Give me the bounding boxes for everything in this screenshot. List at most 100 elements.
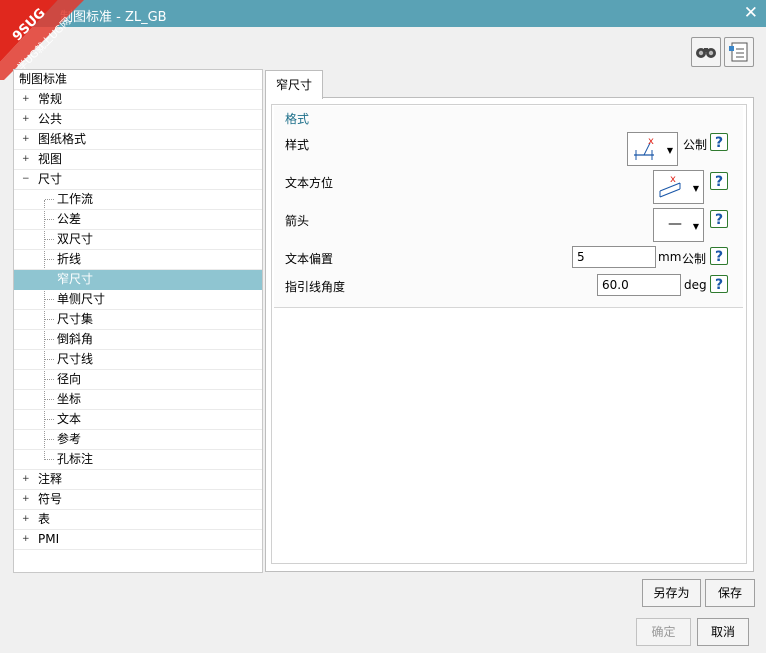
svg-text:x: x (670, 174, 676, 185)
list-settings-icon[interactable] (724, 37, 754, 67)
collapse-icon[interactable]: − (22, 175, 30, 184)
help-icon[interactable]: ? (710, 210, 728, 228)
expand-icon[interactable]: + (22, 95, 30, 104)
tree-item-label: 窄尺寸 (57, 272, 94, 286)
tree-item-annotation[interactable]: + 注释 (14, 470, 262, 490)
tree-item-label: 尺寸集 (57, 312, 94, 326)
arrow-dropdown[interactable]: — ▼ (653, 208, 704, 242)
tree-item-reference[interactable]: 参考 (14, 430, 262, 450)
save-as-button[interactable]: 另存为 (642, 579, 701, 607)
tree-item-ordinate[interactable]: 坐标 (14, 390, 262, 410)
expand-icon[interactable]: + (22, 115, 30, 124)
tree-item-view[interactable]: + 视图 (14, 150, 262, 170)
tree-item-label: 尺寸线 (57, 352, 94, 366)
tree-item-text[interactable]: 文本 (14, 410, 262, 430)
arrow-value: — (668, 216, 682, 232)
text-offset-unit: mm (658, 250, 682, 264)
style-label: 样式 (285, 138, 310, 152)
tree-connector (45, 359, 54, 360)
cancel-button[interactable]: 取消 (697, 618, 749, 646)
tree-item-single-sided[interactable]: 单侧尺寸 (14, 290, 262, 310)
tab-narrow[interactable]: 窄尺寸 (265, 70, 323, 99)
expand-icon[interactable]: + (22, 535, 30, 544)
tree-item-label: 双尺寸 (57, 232, 94, 246)
tree-connector (45, 399, 54, 400)
tree-item-pmi[interactable]: + PMI (14, 530, 262, 550)
tree-item-common[interactable]: + 公共 (14, 110, 262, 130)
tree-item-label: 折线 (57, 252, 82, 266)
tree-connector (45, 439, 54, 440)
tree-item-general[interactable]: + 常规 (14, 90, 262, 110)
tree-item-label: 孔标注 (57, 452, 94, 466)
tree-item-dimension-line[interactable]: 尺寸线 (14, 350, 262, 370)
tree-item-radial[interactable]: 径向 (14, 370, 262, 390)
style-dropdown[interactable]: x ▼ (627, 132, 678, 166)
tree-connector (45, 259, 54, 260)
tree-item-label: 参考 (57, 432, 82, 446)
tree-connector (45, 379, 54, 380)
tree-connector (45, 239, 54, 240)
expand-icon[interactable]: + (22, 495, 30, 504)
tree-item-label: 图纸格式 (38, 132, 87, 146)
tree-item-label: PMI (38, 532, 60, 546)
tree-item-hole-callout[interactable]: 孔标注 (14, 450, 262, 470)
help-icon[interactable]: ? (710, 247, 728, 265)
tree-item-tolerance[interactable]: 公差 (14, 210, 262, 230)
text-orientation-label: 文本方位 (285, 176, 334, 190)
find-binoculars-icon[interactable] (691, 37, 721, 67)
tree-item-label: 表 (38, 512, 51, 526)
tree-connector (45, 459, 54, 460)
chevron-down-icon: ▼ (666, 146, 673, 155)
tree-item-narrow[interactable]: 窄尺寸 (14, 270, 262, 290)
text-orientation-dropdown[interactable]: x ▼ (653, 170, 704, 204)
help-icon[interactable]: ? (710, 133, 728, 151)
svg-text:x: x (648, 136, 654, 147)
text-orientation-icon: x (659, 174, 681, 198)
tree-item-chamfer[interactable]: 倒斜角 (14, 330, 262, 350)
tree-item-symbol[interactable]: + 符号 (14, 490, 262, 510)
tree-connector (45, 339, 54, 340)
expand-icon[interactable]: + (22, 515, 30, 524)
tree-item-label: 工作流 (57, 192, 94, 206)
tree-item-dual-dimension[interactable]: 双尺寸 (14, 230, 262, 250)
tree-item-label: 公共 (38, 112, 63, 126)
text-offset-field[interactable]: 5 (572, 246, 656, 268)
leader-angle-field[interactable]: 60.0 (597, 274, 681, 296)
tree-item-label: 单侧尺寸 (57, 292, 106, 306)
help-icon[interactable]: ? (710, 172, 728, 190)
tree-root[interactable]: 制图标准 (14, 70, 262, 90)
tree-item-workflow[interactable]: 工作流 (14, 190, 262, 210)
text-offset-label: 文本偏置 (285, 252, 334, 266)
tree-item-label: 常规 (38, 92, 63, 106)
tree-root-label: 制图标准 (19, 72, 68, 86)
tree-connector (45, 419, 54, 420)
title-bar: 制图标准 - ZL_GB ✕ (0, 0, 766, 27)
ok-button[interactable]: 确定 (636, 618, 691, 646)
expand-icon[interactable]: + (22, 155, 30, 164)
chevron-down-icon: ▼ (692, 222, 699, 231)
tree-item-label: 坐标 (57, 392, 82, 406)
help-icon[interactable]: ? (710, 275, 728, 293)
expand-icon[interactable]: + (22, 135, 30, 144)
tree-item-dimension-set[interactable]: 尺寸集 (14, 310, 262, 330)
group-title: 格式 (285, 112, 310, 126)
style-unit: 公制 (683, 138, 708, 152)
tree-connector (45, 219, 54, 220)
tree-item-table[interactable]: + 表 (14, 510, 262, 530)
tree-item-drawing-format[interactable]: + 图纸格式 (14, 130, 262, 150)
save-button[interactable]: 保存 (705, 579, 755, 607)
tree-item-dimension[interactable]: − 尺寸 (14, 170, 262, 190)
narrow-style-icon: x (634, 136, 654, 160)
tree-connector (45, 199, 54, 200)
leader-angle-unit: deg (684, 278, 707, 292)
tree-item-jog[interactable]: 折线 (14, 250, 262, 270)
tree-connector (45, 299, 54, 300)
expand-icon[interactable]: + (22, 475, 30, 484)
tree-item-label: 倒斜角 (57, 332, 94, 346)
tree-item-label: 符号 (38, 492, 63, 506)
chevron-down-icon: ▼ (692, 184, 699, 193)
close-icon[interactable]: ✕ (744, 3, 758, 23)
tree-item-label: 径向 (57, 372, 82, 386)
tree-item-label: 视图 (38, 152, 63, 166)
tree-item-label: 注释 (38, 472, 63, 486)
